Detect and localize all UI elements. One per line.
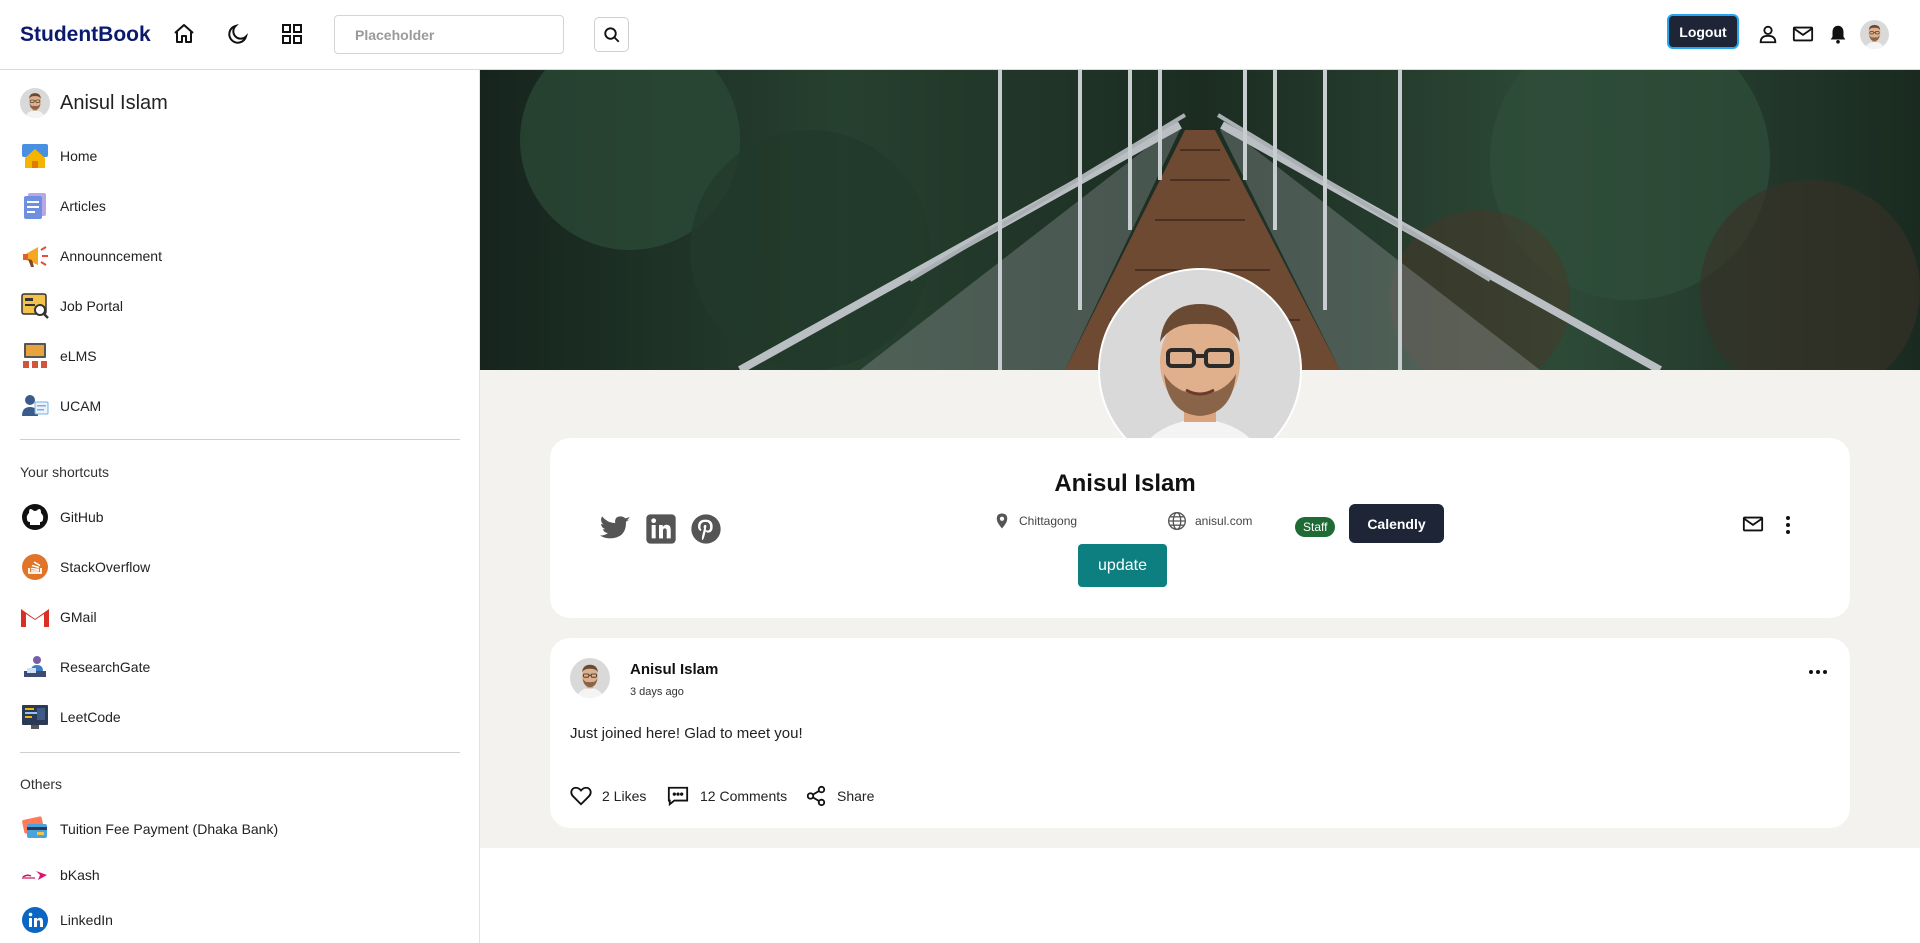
website[interactable]: anisul.com <box>1167 510 1252 532</box>
main-content: Anisul Islam Chittagong anisul.com Staff… <box>480 70 1920 848</box>
leetcode-icon <box>20 702 50 732</box>
profile-card: Anisul Islam Chittagong anisul.com Staff… <box>550 438 1850 618</box>
sidebar-item-label: bKash <box>60 867 100 883</box>
sidebar-item-label: ResearchGate <box>60 659 151 675</box>
home-icon[interactable] <box>172 22 196 46</box>
search-icon <box>603 26 619 42</box>
sidebar-item-bkash[interactable]: bKash <box>20 859 100 891</box>
others-heading: Others <box>20 776 63 792</box>
sidebar-item-label: LinkedIn <box>60 912 113 928</box>
sidebar-item-label: GitHub <box>60 509 104 525</box>
sidebar-item-linkedin[interactable]: LinkedIn <box>20 904 113 936</box>
staff-badge: Staff <box>1295 517 1336 537</box>
location-pin-icon <box>996 513 1008 529</box>
elms-icon <box>20 341 50 371</box>
moon-icon[interactable] <box>226 22 250 46</box>
bell-icon[interactable] <box>1827 23 1849 45</box>
sidebar-item-gmail[interactable]: GMail <box>20 601 97 633</box>
gmail-icon <box>20 602 50 632</box>
sidebar-item-job-portal[interactable]: Job Portal <box>20 290 123 322</box>
mail-icon[interactable] <box>1792 23 1814 45</box>
megaphone-icon <box>20 241 50 271</box>
sidebar-item-label: Announncement <box>60 248 162 264</box>
github-icon <box>20 502 50 532</box>
pinterest-icon[interactable] <box>690 513 722 545</box>
linkedin-icon <box>20 905 50 935</box>
sidebar-item-tuition-fee[interactable]: Tuition Fee Payment (Dhaka Bank) <box>20 813 278 845</box>
sidebar-item-stackoverflow[interactable]: StackOverflow <box>20 551 150 583</box>
sidebar-item-label: Tuition Fee Payment (Dhaka Bank) <box>60 821 279 837</box>
home-icon <box>20 141 50 171</box>
sidebar-item-label: LeetCode <box>60 709 121 725</box>
search-button[interactable] <box>594 17 629 52</box>
search-input[interactable] <box>334 15 564 54</box>
post-timestamp: 3 days ago <box>630 686 684 698</box>
brand-logo[interactable]: StudentBook <box>20 23 151 47</box>
more-options-icon[interactable] <box>1776 513 1800 537</box>
comments-count: 12 Comments <box>700 788 788 804</box>
globe-icon <box>1168 512 1186 530</box>
heart-icon <box>570 786 592 806</box>
avatar[interactable] <box>1860 20 1889 49</box>
profile-name: Anisul Islam <box>1054 470 1196 497</box>
shortcuts-heading: Your shortcuts <box>20 464 109 480</box>
share-icon <box>806 785 826 807</box>
mail-icon[interactable] <box>1742 513 1766 537</box>
sidebar-item-home[interactable]: Home <box>20 140 97 172</box>
share-label: Share <box>837 788 875 804</box>
like-button[interactable]: 2 Likes <box>570 784 646 808</box>
sidebar-divider <box>20 752 460 753</box>
likes-count: 2 Likes <box>602 788 647 804</box>
location: Chittagong <box>993 510 1077 532</box>
sidebar-item-articles[interactable]: Articles <box>20 190 106 222</box>
sidebar-profile[interactable]: Anisul Islam <box>20 88 168 118</box>
job-portal-icon <box>20 291 50 321</box>
bkash-icon <box>20 860 50 890</box>
sidebar-divider <box>20 439 460 440</box>
researchgate-icon <box>20 652 50 682</box>
apps-grid-icon[interactable] <box>280 22 304 46</box>
user-icon[interactable] <box>1757 23 1779 45</box>
sidebar-item-label: Job Portal <box>60 298 124 314</box>
sidebar: Anisul Islam Home Articles Announncement… <box>0 70 480 943</box>
sidebar-item-researchgate[interactable]: ResearchGate <box>20 651 150 683</box>
sidebar-item-ucam[interactable]: UCAM <box>20 390 101 422</box>
credit-card-icon <box>20 814 50 844</box>
comment-icon <box>667 786 689 807</box>
post-author[interactable]: Anisul Islam <box>630 661 718 678</box>
articles-icon <box>20 191 50 221</box>
sidebar-item-elms[interactable]: eLMS <box>20 340 97 372</box>
calendly-button[interactable]: Calendly <box>1349 504 1444 543</box>
location-text: Chittagong <box>1019 514 1078 528</box>
comment-button[interactable]: 12 Comments <box>666 784 787 808</box>
website-text: anisul.com <box>1195 514 1253 528</box>
update-button[interactable]: update <box>1078 544 1167 587</box>
sidebar-item-leetcode[interactable]: LeetCode <box>20 701 121 733</box>
post-options-icon[interactable] <box>1806 660 1830 684</box>
sidebar-user-name: Anisul Islam <box>60 91 168 114</box>
stackoverflow-icon <box>20 552 50 582</box>
post-body: Just joined here! Glad to meet you! <box>570 725 803 742</box>
sidebar-item-label: StackOverflow <box>60 559 151 575</box>
ucam-icon <box>20 391 50 421</box>
avatar[interactable] <box>570 658 610 698</box>
sidebar-item-label: Articles <box>60 198 106 214</box>
top-navbar: StudentBook Logout <box>0 0 1920 70</box>
post-card: Anisul Islam 3 days ago Just joined here… <box>550 638 1850 828</box>
avatar <box>20 88 50 118</box>
sidebar-item-label: UCAM <box>60 398 102 414</box>
sidebar-item-label: GMail <box>60 609 97 625</box>
twitter-icon[interactable] <box>600 513 632 545</box>
sidebar-item-label: eLMS <box>60 348 97 364</box>
sidebar-item-label: Home <box>60 148 98 164</box>
linkedin-icon[interactable] <box>645 513 677 545</box>
logout-button[interactable]: Logout <box>1667 14 1739 49</box>
sidebar-item-announcement[interactable]: Announncement <box>20 240 162 272</box>
sidebar-item-github[interactable]: GitHub <box>20 501 104 533</box>
share-button[interactable]: Share <box>805 784 874 808</box>
